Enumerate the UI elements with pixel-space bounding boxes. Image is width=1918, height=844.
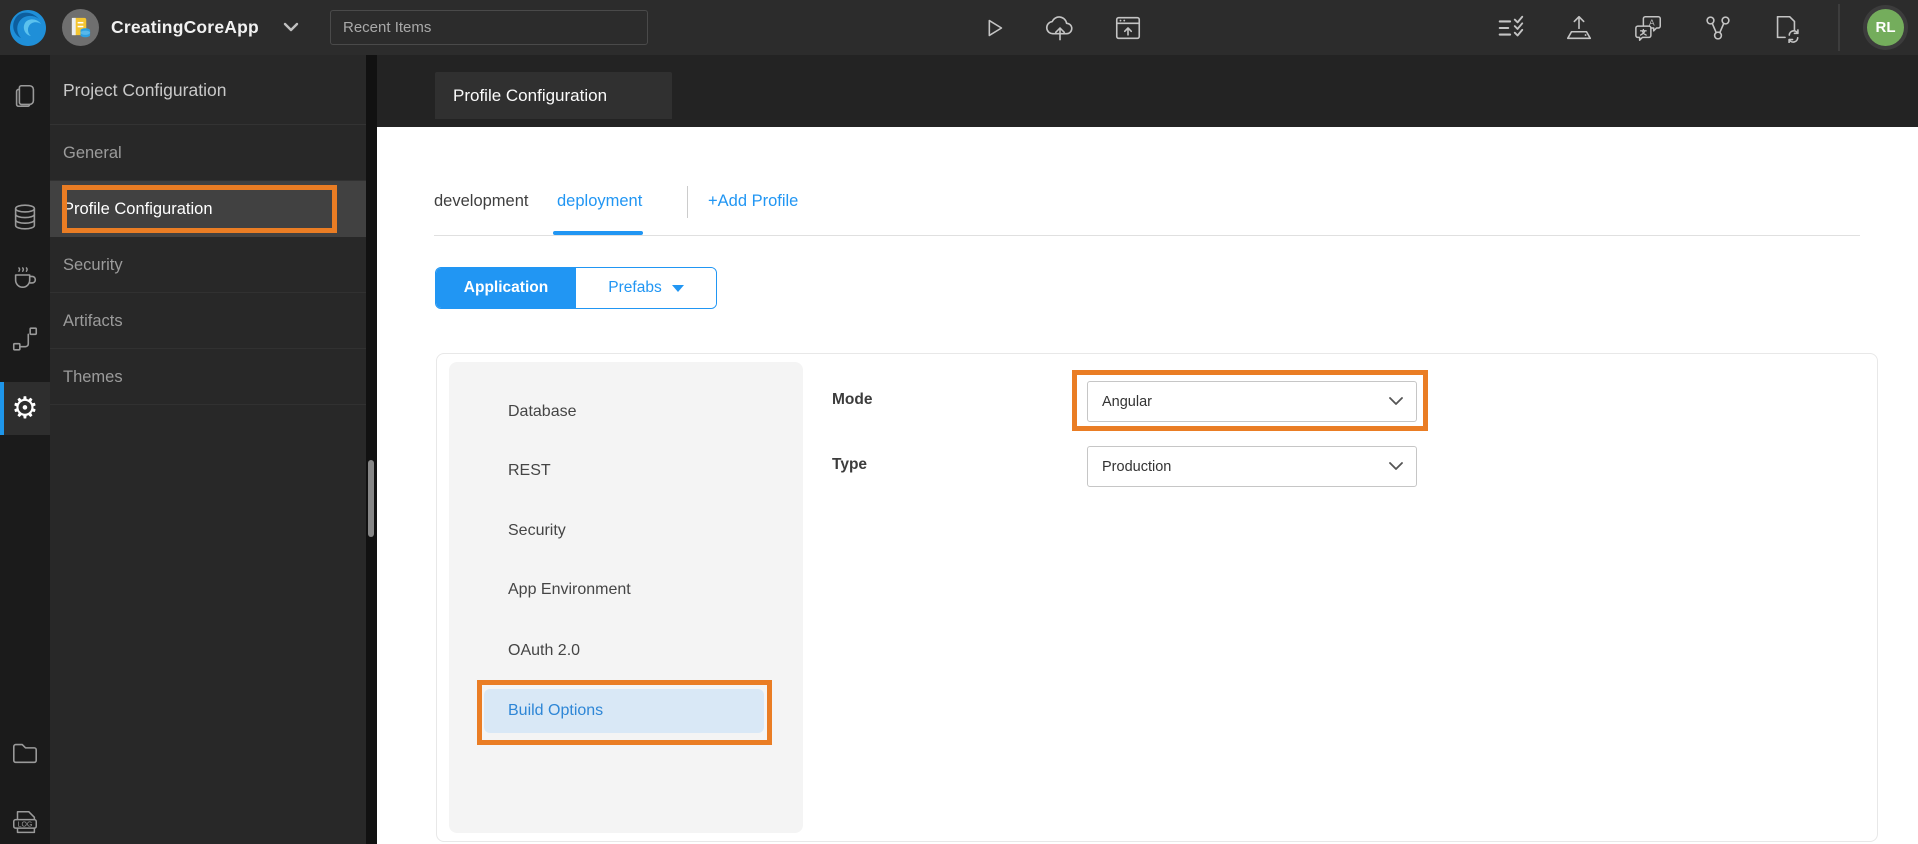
open-document-tab[interactable]: Profile Configuration [435,72,672,119]
recent-items-input[interactable] [330,10,648,45]
export-icon[interactable] [1563,12,1595,44]
prefabs-caret-icon [671,284,684,292]
project-name: CreatingCoreApp [111,17,259,37]
svg-text:LOG: LOG [18,822,33,829]
rail-apis-icon[interactable] [0,313,50,365]
tab-development[interactable]: development [434,192,528,211]
mode-value: Angular [1102,393,1152,410]
config-menu-rest[interactable]: REST [449,449,803,493]
settings-sidebar: Project Configuration General Profile Co… [50,55,366,844]
target-toggle: Application Prefabs [435,267,717,309]
add-profile-button[interactable]: +Add Profile [708,192,798,211]
localization-icon[interactable]: A [1633,12,1665,44]
build-options-card: Database REST Security App Environment O… [436,353,1878,842]
prefabs-toggle-button[interactable]: Prefabs [576,268,716,308]
type-value: Production [1102,458,1172,475]
config-menu-oauth[interactable]: OAuth 2.0 [449,629,803,673]
preview-window-icon[interactable] [1112,12,1144,44]
deploy-cloud-icon[interactable] [1044,12,1076,44]
rail-app-logs-icon[interactable]: LOG [0,796,50,844]
type-chevron-icon [1388,460,1404,472]
wavemaker-logo-icon[interactable] [7,7,49,49]
checklist-icon[interactable] [1495,12,1527,44]
sidebar-item-themes[interactable]: Themes [50,349,366,405]
tabs-rule [434,235,1860,236]
rail-settings-icon[interactable]: ⚙ [0,382,50,435]
rail-java-services-icon[interactable] [0,249,50,301]
project-icon[interactable] [62,9,99,46]
left-icon-rail: ⚙ LOG [0,55,50,844]
run-icon[interactable] [978,12,1010,44]
type-select[interactable]: Production [1087,446,1417,487]
config-menu: Database REST Security App Environment O… [449,362,803,833]
sidebar-item-general[interactable]: General [50,125,366,181]
rail-pages-icon[interactable] [0,70,50,122]
user-avatar[interactable]: RL [1863,5,1908,50]
config-menu-database[interactable]: Database [449,390,803,434]
tab-deployment[interactable]: deployment [557,192,642,211]
avatar-initials: RL [1867,9,1904,46]
mode-chevron-icon [1388,395,1404,407]
topbar-divider [1838,4,1840,51]
sidebar-item-profile-configuration[interactable]: Profile Configuration [50,181,366,237]
config-menu-security[interactable]: Security [449,509,803,553]
sidebar-scrollbar-thumb[interactable] [368,460,374,537]
application-toggle-button[interactable]: Application [436,268,576,308]
sidebar-title: Project Configuration [50,55,366,125]
sidebar-scroll-track [366,55,377,844]
project-menu-caret-icon[interactable] [282,20,300,34]
app-window: CreatingCoreApp Recent Items A RL ⚙ LOG … [0,0,1918,844]
rail-database-icon[interactable] [0,191,50,243]
top-bar: CreatingCoreApp Recent Items A RL [0,0,1918,55]
prefabs-label: Prefabs [608,279,662,296]
mode-select[interactable]: Angular [1087,381,1417,422]
type-label: Type [832,456,868,473]
version-control-icon[interactable] [1702,12,1734,44]
gear-icon: ⚙ [11,391,39,425]
mode-label: Mode [832,391,873,408]
config-menu-build-options[interactable]: Build Options [484,689,764,733]
sidebar-item-security[interactable]: Security [50,237,366,293]
rail-file-explorer-icon[interactable] [0,727,50,779]
tab-divider [687,186,688,218]
file-sync-icon[interactable] [1770,12,1802,44]
sidebar-item-artifacts[interactable]: Artifacts [50,293,366,349]
config-menu-app-environment[interactable]: App Environment [449,568,803,612]
